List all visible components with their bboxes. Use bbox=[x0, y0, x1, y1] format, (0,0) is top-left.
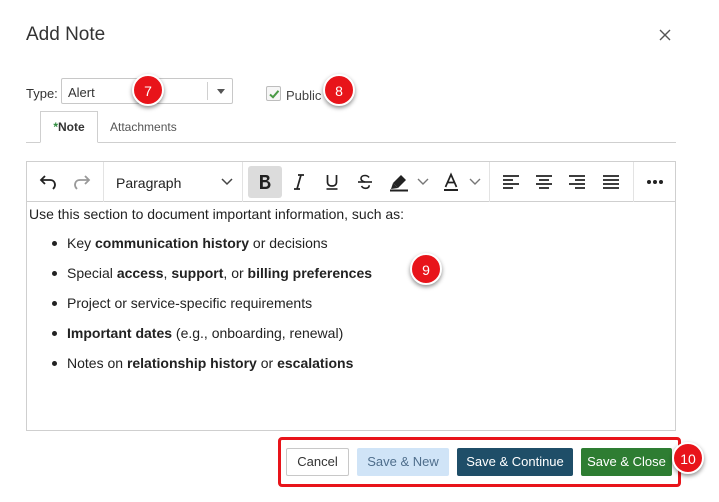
list-item: Important dates (e.g., onboarding, renew… bbox=[27, 323, 372, 353]
text-run: (e.g., onboarding, renewal) bbox=[172, 325, 344, 341]
chevron-down-icon bbox=[217, 89, 225, 94]
callout-badge-type: 7 bbox=[132, 74, 164, 106]
type-select-divider bbox=[207, 82, 208, 100]
align-left-icon[interactable] bbox=[497, 166, 525, 198]
dialog-title: Add Note bbox=[26, 24, 106, 45]
tab-attachments[interactable]: Attachments bbox=[110, 120, 177, 134]
tab-note-label: Note bbox=[58, 120, 85, 134]
tab-note[interactable]: *Note bbox=[40, 111, 98, 143]
toolbar-divider bbox=[489, 162, 490, 202]
highlight-icon[interactable] bbox=[385, 166, 413, 198]
text-run: Key bbox=[67, 235, 96, 251]
paragraph-format-value: Paragraph bbox=[116, 175, 182, 191]
toolbar-divider bbox=[103, 162, 104, 202]
redo-icon[interactable] bbox=[69, 166, 95, 198]
callout-badge-buttons: 10 bbox=[672, 442, 704, 474]
toolbar-divider bbox=[633, 162, 634, 202]
bold-text: access bbox=[116, 265, 164, 281]
list-item: Key communication history or decisions bbox=[27, 233, 372, 263]
underline-icon[interactable] bbox=[318, 166, 346, 198]
justify-icon[interactable] bbox=[597, 166, 625, 198]
align-right-icon[interactable] bbox=[563, 166, 591, 198]
type-select-value: Alert bbox=[68, 85, 95, 100]
editor-toolbar: Paragraph bbox=[27, 162, 675, 202]
content-intro: Use this section to document important i… bbox=[29, 206, 405, 222]
content-bullet-list: Key communication history or decisions Sp… bbox=[27, 233, 372, 383]
cancel-button[interactable]: Cancel bbox=[286, 448, 349, 476]
bold-text: billing preferences bbox=[247, 265, 373, 281]
public-label: Public bbox=[286, 88, 322, 103]
undo-icon[interactable] bbox=[35, 166, 61, 198]
bold-icon[interactable] bbox=[248, 166, 282, 198]
text-run: or decisions bbox=[249, 235, 328, 251]
chevron-down-icon[interactable] bbox=[415, 166, 431, 198]
bold-text: communication history bbox=[95, 235, 250, 251]
text-run: or bbox=[256, 355, 278, 371]
list-item: Project or service-specific requirements bbox=[27, 293, 372, 323]
bold-text: escalations bbox=[277, 355, 354, 371]
toolbar-divider bbox=[242, 162, 243, 202]
type-label: Type: bbox=[26, 86, 58, 101]
text-run: , or bbox=[223, 265, 248, 281]
public-checkbox[interactable] bbox=[266, 86, 281, 101]
chevron-down-icon bbox=[221, 178, 233, 186]
paragraph-format-select[interactable]: Paragraph bbox=[105, 166, 239, 198]
italic-icon[interactable] bbox=[285, 166, 313, 198]
callout-badge-public: 8 bbox=[323, 74, 355, 106]
font-color-icon[interactable] bbox=[437, 166, 465, 198]
list-item: Special access, support, or billing pref… bbox=[27, 263, 372, 293]
bold-text: support bbox=[171, 265, 224, 281]
text-run: Notes on bbox=[67, 355, 127, 371]
rich-text-editor[interactable]: Paragraph Use this section to document i… bbox=[26, 161, 676, 431]
callout-badge-editor: 9 bbox=[410, 253, 442, 285]
save-and-new-button[interactable]: Save & New bbox=[357, 448, 449, 476]
save-and-continue-button[interactable]: Save & Continue bbox=[457, 448, 573, 476]
list-item: Notes on relationship history or escalat… bbox=[27, 353, 372, 383]
more-icon[interactable] bbox=[641, 166, 669, 198]
save-and-close-button[interactable]: Save & Close bbox=[581, 448, 672, 476]
bold-text: relationship history bbox=[126, 355, 257, 371]
tabs-divider bbox=[26, 142, 676, 143]
bold-text: Important dates bbox=[67, 325, 173, 341]
chevron-down-icon[interactable] bbox=[467, 166, 483, 198]
close-icon[interactable] bbox=[654, 24, 676, 46]
check-icon bbox=[269, 90, 280, 99]
text-run: Project or service-specific requirements bbox=[67, 295, 313, 311]
text-run: Special bbox=[67, 265, 117, 281]
align-center-icon[interactable] bbox=[530, 166, 558, 198]
strikethrough-icon[interactable] bbox=[351, 166, 379, 198]
